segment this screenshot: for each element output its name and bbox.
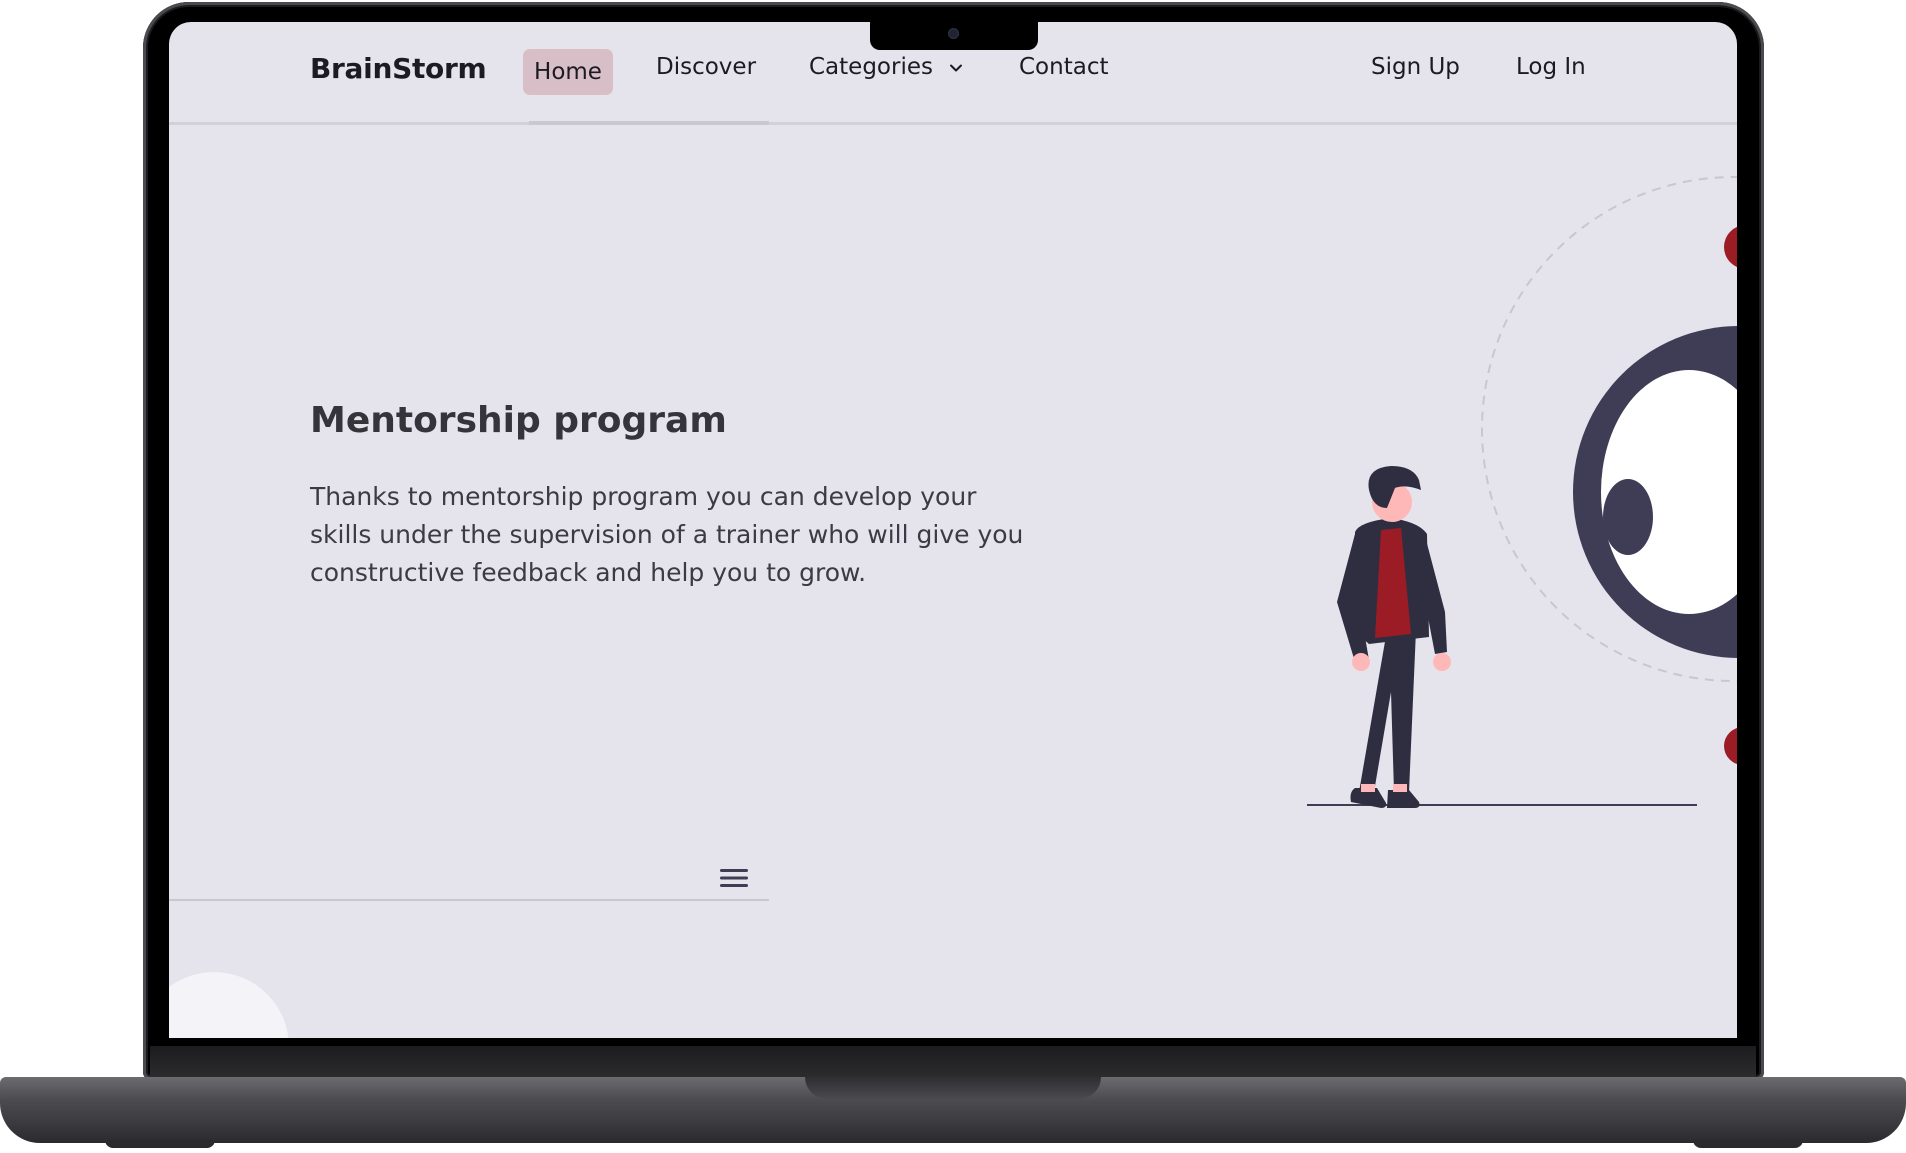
laptop-opening-notch — [805, 1077, 1101, 1099]
hamburger-menu-icon[interactable] — [718, 866, 750, 890]
laptop-foot-left — [105, 1140, 215, 1148]
person-figure — [1337, 466, 1451, 808]
chevron-down-icon — [950, 64, 963, 71]
red-dot-top — [1724, 226, 1737, 268]
camera-icon — [948, 28, 959, 39]
sign-up-link[interactable]: Sign Up — [1371, 54, 1460, 80]
hero-description: Thanks to mentorship program you can dev… — [310, 482, 1024, 587]
camera-notch — [870, 20, 1038, 50]
mentorship-illustration — [1307, 176, 1737, 808]
nav-link-categories-label: Categories — [809, 54, 933, 80]
nav-link-discover[interactable]: Discover — [656, 54, 756, 80]
decorative-blob — [169, 972, 289, 1038]
red-dot-bottom — [1724, 727, 1737, 765]
eye-pupil — [1603, 479, 1653, 555]
nav-link-home[interactable]: Home — [523, 49, 613, 95]
nav-active-indicator — [529, 121, 769, 125]
nav-link-contact[interactable]: Contact — [1019, 54, 1108, 80]
nav-link-categories[interactable]: Categories — [809, 54, 964, 80]
hero-title: Mentorship program — [310, 400, 727, 441]
mobile-menu-divider — [169, 899, 769, 901]
browser-screen: BrainStorm Home Discover Categories Cont… — [169, 22, 1737, 1038]
laptop-chin — [150, 1046, 1756, 1078]
log-in-link[interactable]: Log In — [1516, 54, 1586, 80]
brand-logo[interactable]: BrainStorm — [310, 52, 487, 85]
laptop-foot-right — [1693, 1140, 1803, 1148]
